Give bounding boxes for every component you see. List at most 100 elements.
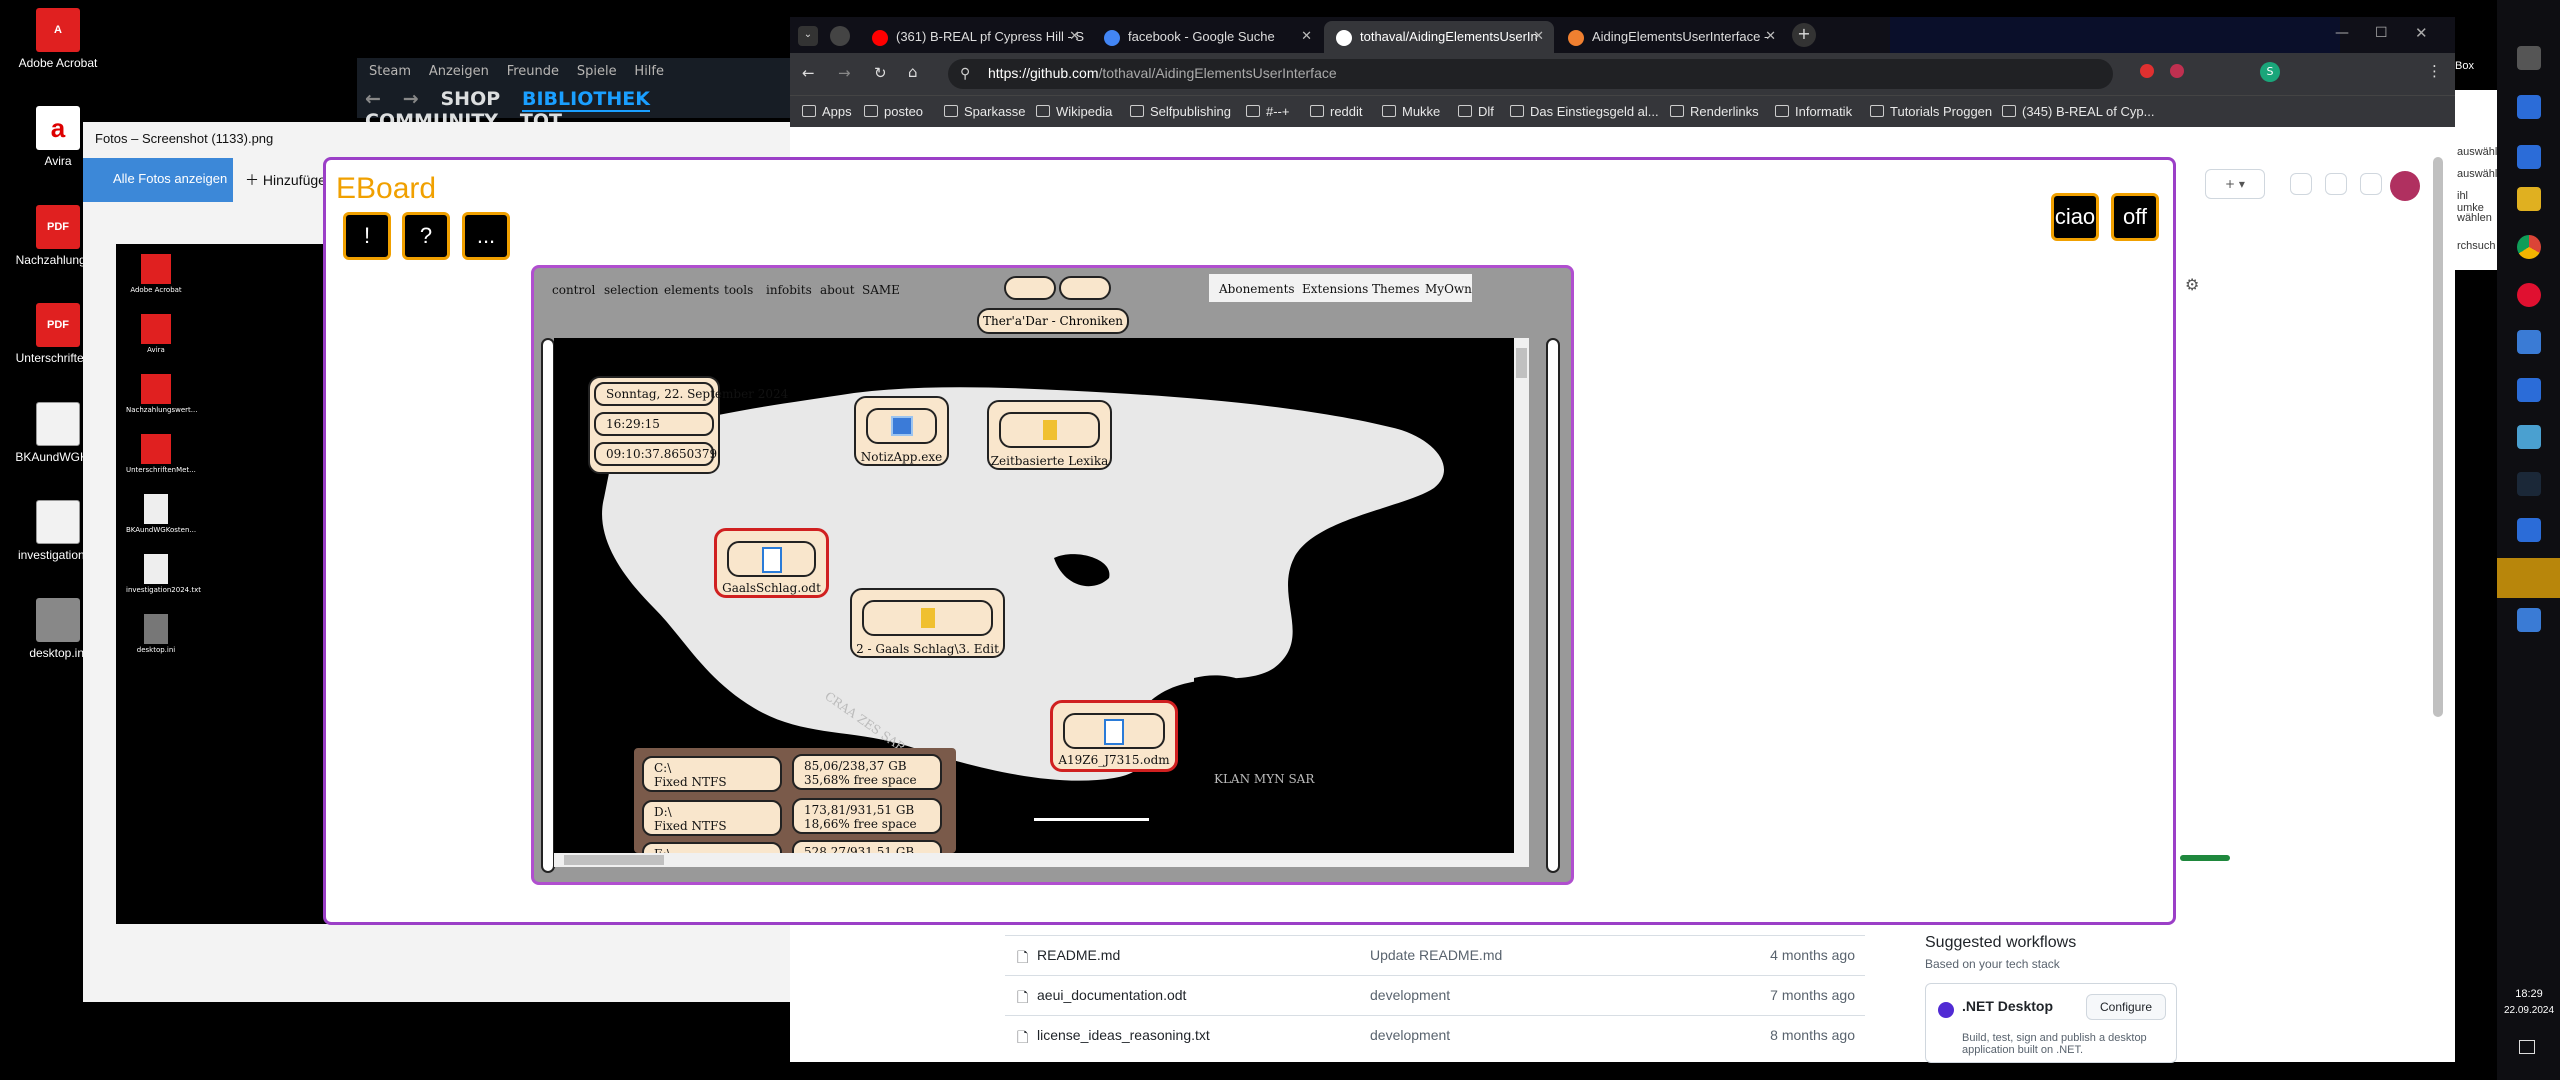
add-button[interactable]: ＋ Hinzufüge	[245, 170, 326, 190]
forward-arrow-icon[interactable]: →	[403, 88, 419, 110]
board-header[interactable]: Ther'a'Dar - Chroniken	[977, 308, 1129, 334]
maximize-icon[interactable]: ☐	[2375, 25, 2388, 41]
steam-nav-shop[interactable]: SHOP	[441, 88, 501, 110]
clock-date[interactable]: 22.09.2024	[2499, 1005, 2559, 1016]
bookmark-selfpublishing[interactable]: Selfpublishing	[1130, 104, 1231, 119]
all-photos-button[interactable]: Alle Fotos anzeigen	[83, 158, 233, 202]
taskbar-icon[interactable]	[2517, 425, 2541, 449]
taskbar-active-item[interactable]	[2497, 558, 2560, 598]
item-gaalsschlag[interactable]: GaalsSchlag.odt	[714, 528, 829, 598]
photos-icon[interactable]	[2517, 518, 2541, 542]
bookmark-posteo[interactable]: posteo	[864, 104, 923, 119]
steam-menu-steam[interactable]: Steam	[369, 64, 411, 79]
help-button[interactable]: ?	[402, 212, 450, 260]
exclamation-button[interactable]: !	[343, 212, 391, 260]
tab-aiding[interactable]: AidingElementsUserInterface - ✕	[1556, 21, 1786, 53]
reload-icon[interactable]: ↻	[874, 64, 887, 82]
left-scrollbar[interactable]	[541, 338, 555, 873]
map-horizontal-scrollbar[interactable]	[554, 853, 1529, 867]
configure-button[interactable]: Configure	[2086, 994, 2166, 1020]
new-tab-button[interactable]: +	[1792, 23, 1816, 47]
bookmark-mukke[interactable]: Mukke	[1382, 104, 1440, 119]
steam-menu-freunde[interactable]: Freunde	[507, 64, 559, 79]
forward-arrow-icon[interactable]: →	[838, 64, 851, 82]
taskbar-icon[interactable]	[2517, 145, 2541, 169]
blank-pill-button[interactable]	[1059, 276, 1111, 300]
desktop-icon-acrobat[interactable]: A Adobe Acrobat	[8, 8, 108, 70]
file-row[interactable]: 🗋 license_ideas_reasoning.txt developmen…	[1005, 1015, 1865, 1055]
blank-pill-button[interactable]	[1004, 276, 1056, 300]
close-icon[interactable]: ✕	[1301, 28, 1312, 44]
url-field[interactable]: ⚲ https://github.com/tothaval/AidingElem…	[948, 59, 2113, 89]
bookmark-folder[interactable]: #--+	[1246, 104, 1289, 119]
menu-abonements[interactable]: Abonements	[1219, 282, 1295, 296]
steam-nav-bibliothek[interactable]: BIBLIOTHEK	[522, 88, 650, 112]
menu-infobits[interactable]: infobits	[766, 283, 812, 297]
inbox-icon[interactable]	[2360, 173, 2382, 195]
menu-kebab-icon[interactable]: ⋮	[2427, 62, 2442, 80]
extension-icon[interactable]	[2140, 64, 2154, 78]
menu-selection[interactable]: selection	[604, 283, 659, 297]
bookmark-apps[interactable]: Apps	[802, 104, 852, 119]
notification-icon[interactable]	[2519, 1040, 2535, 1054]
bookmark-sparkasse[interactable]: Sparkasse	[944, 104, 1025, 119]
steam-menu-anzeigen[interactable]: Anzeigen	[429, 64, 489, 79]
menu-tools[interactable]: tools	[724, 283, 753, 297]
datetime-widget[interactable]: Sonntag, 22. September 2024 16:29:15 09:…	[588, 376, 788, 474]
taskbar-icon[interactable]	[2517, 46, 2541, 70]
profile-avatar[interactable]: S	[2260, 62, 2280, 82]
clock-time[interactable]: 18:29	[2505, 988, 2553, 1000]
chrome-icon[interactable]	[2517, 235, 2541, 259]
map-vertical-scrollbar[interactable]	[1514, 338, 1529, 853]
scrollbar[interactable]	[2433, 157, 2443, 717]
menu-control[interactable]: control	[552, 283, 595, 297]
bookmark-reddit[interactable]: reddit	[1310, 104, 1363, 119]
pull-requests-icon[interactable]	[2325, 173, 2347, 195]
menu-elements[interactable]: elements	[664, 283, 719, 297]
pinned-tab[interactable]	[830, 26, 850, 46]
extension-icon[interactable]	[2170, 64, 2184, 78]
calculator-icon[interactable]	[2517, 330, 2541, 354]
bookmark-tutorials[interactable]: Tutorials Proggen	[1870, 104, 1992, 119]
steam-menu-hilfe[interactable]: Hilfe	[634, 64, 664, 79]
gear-icon[interactable]: ⚙	[2185, 275, 2199, 294]
menu-same[interactable]: SAME	[862, 283, 900, 297]
off-button[interactable]: off	[2111, 193, 2159, 241]
taskbar-icon[interactable]	[2517, 378, 2541, 402]
bookmark-renderlinks[interactable]: Renderlinks	[1670, 104, 1759, 119]
file-row[interactable]: 🗋 README.md Update README.md 4 months ag…	[1005, 935, 1865, 975]
more-button[interactable]: ...	[462, 212, 510, 260]
drives-widget[interactable]: C:\ Fixed NTFS 85,06/238,37 GB 35,68% free…	[634, 748, 956, 853]
tab-google[interactable]: facebook - Google Suche ✕	[1092, 21, 1322, 53]
steam-icon[interactable]	[2517, 472, 2541, 496]
window-close-icon[interactable]: ✕	[2415, 24, 2428, 42]
item-a19z6[interactable]: A19Z6_J7315.odm	[1050, 700, 1178, 772]
bookmark-wikipedia[interactable]: Wikipedia	[1036, 104, 1112, 119]
tab-github[interactable]: tothaval/AidingElementsUserIn ✕	[1324, 21, 1554, 53]
bookmark-breal[interactable]: (345) B-REAL of Cyp...	[2002, 104, 2154, 119]
taskbar-icon[interactable]	[2517, 608, 2541, 632]
file-row[interactable]: 🗋 aeui_documentation.odt development 7 m…	[1005, 975, 1865, 1015]
tab-youtube[interactable]: (361) B-REAL pf Cypress Hill - S ✕	[860, 21, 1090, 53]
minimize-icon[interactable]: —	[2335, 25, 2349, 41]
folder-icon[interactable]	[2517, 187, 2541, 211]
back-arrow-icon[interactable]: ←	[802, 64, 815, 82]
create-new-button[interactable]: + ▾	[2205, 169, 2265, 199]
issues-icon[interactable]	[2290, 173, 2312, 195]
site-info-icon[interactable]: ⚲	[960, 65, 970, 82]
taskbar-icon[interactable]	[2517, 95, 2541, 119]
item-gaals-schlag-edit[interactable]: 2 - Gaals Schlag\3. Edit	[850, 588, 1005, 658]
avatar[interactable]	[2390, 171, 2420, 201]
menu-extensions[interactable]: Extensions	[1302, 282, 1368, 296]
item-zeitbasierte-lexika[interactable]: Zeitbasierte Lexika	[987, 400, 1112, 470]
item-notizapp[interactable]: NotizApp.exe	[854, 396, 949, 466]
menu-themes[interactable]: Themes	[1372, 282, 1419, 296]
bookmark-einstiegsgeld[interactable]: Das Einstiegsgeld al...	[1510, 104, 1659, 119]
close-icon[interactable]: ✕	[1765, 28, 1776, 44]
close-icon[interactable]: ✕	[1069, 28, 1080, 44]
bookmark-dlf[interactable]: Dlf	[1458, 104, 1494, 119]
back-arrow-icon[interactable]: ←	[365, 88, 381, 110]
home-icon[interactable]: ⌂	[908, 63, 918, 81]
right-scrollbar[interactable]	[1546, 338, 1560, 873]
close-icon[interactable]: ✕	[1533, 28, 1544, 44]
